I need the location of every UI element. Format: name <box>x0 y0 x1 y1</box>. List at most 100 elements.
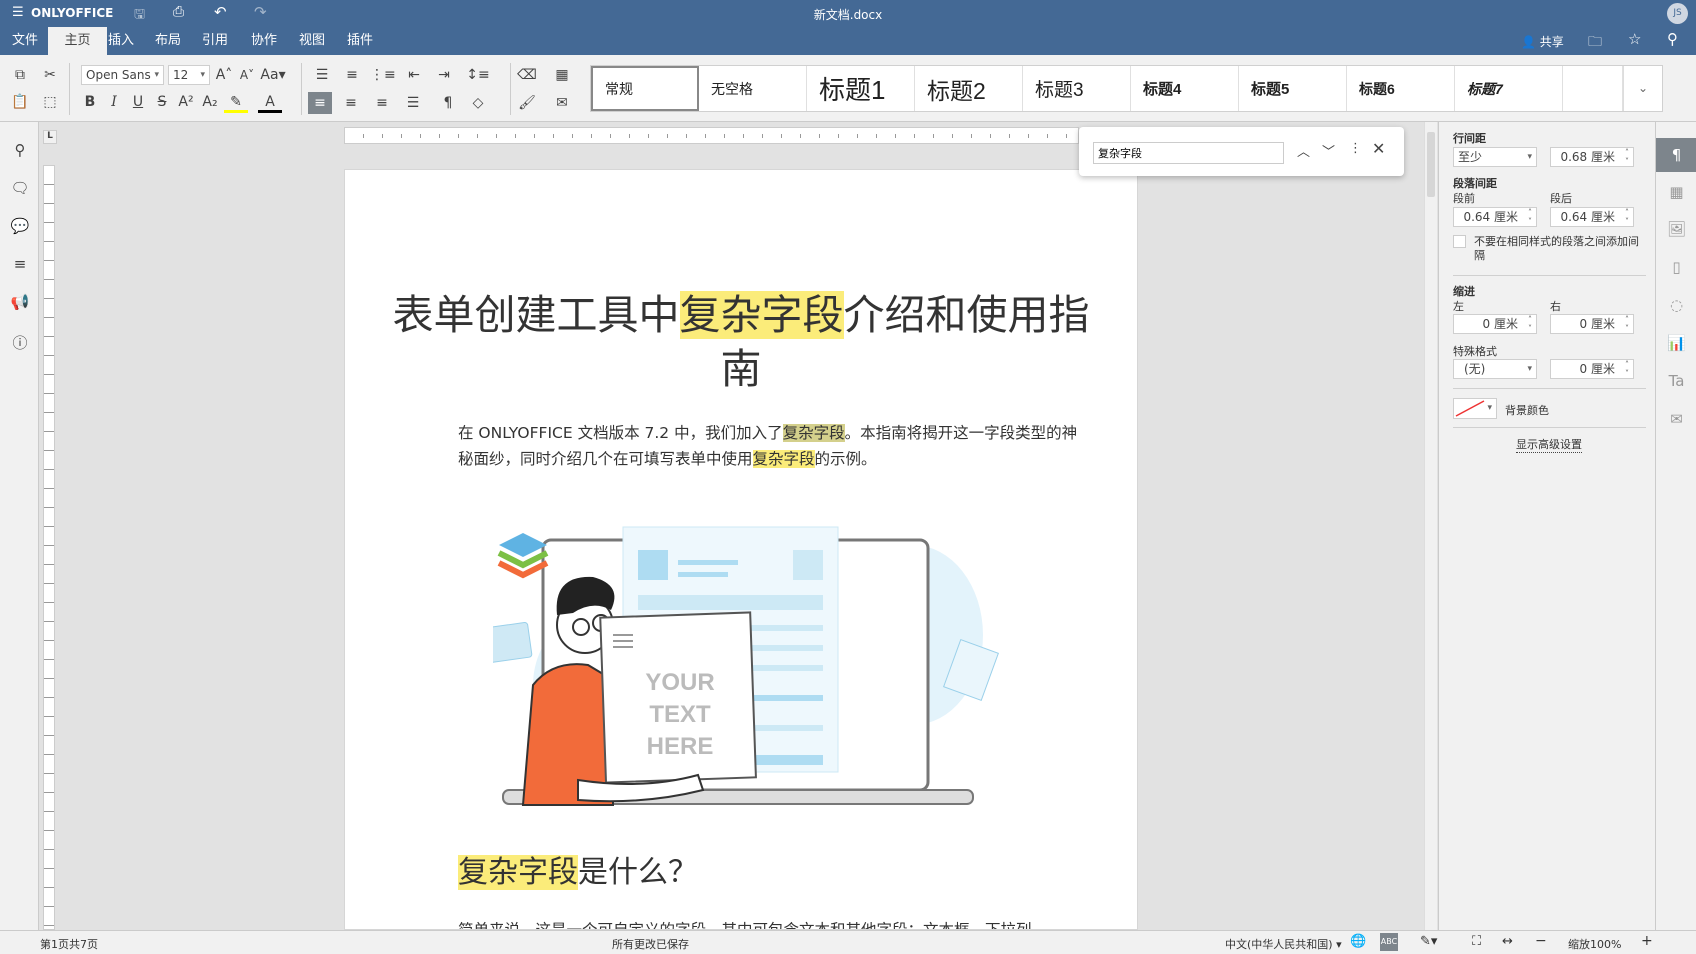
copy-icon[interactable]: ⧉ <box>8 64 32 86</box>
tab-layout[interactable]: 布局 <box>143 27 193 55</box>
fit-width-icon[interactable]: ↔ <box>1502 934 1513 949</box>
share-button[interactable]: 👤 共享 <box>1521 33 1564 50</box>
feedback-icon[interactable]: 📢 <box>9 293 31 315</box>
numbered-list-icon[interactable]: ≡ <box>340 64 364 86</box>
horizontal-ruler[interactable] <box>344 127 1079 144</box>
tab-file[interactable]: 文件 <box>0 27 50 55</box>
close-icon[interactable]: ✕ <box>1372 139 1385 158</box>
zoom-level[interactable]: 缩放100% <box>1568 936 1621 952</box>
find-previous-icon[interactable]: ︿ <box>1297 141 1310 160</box>
spellcheck-icon[interactable]: ABC <box>1380 933 1398 951</box>
fit-page-icon[interactable]: ⛶ <box>1472 934 1481 949</box>
page-count[interactable]: 第1页共7页 <box>40 936 98 952</box>
superscript-icon[interactable]: A² <box>174 91 198 113</box>
header-footer-icon[interactable]: ▯ <box>1656 250 1696 284</box>
paragraph-marks-icon[interactable]: ¶ <box>436 92 460 114</box>
font-name-select[interactable]: Open Sans ▾ <box>81 65 164 85</box>
style-heading-3[interactable]: 标题3 <box>1023 66 1131 111</box>
table-settings-icon[interactable]: ▦ <box>1656 175 1696 209</box>
zoom-in-icon[interactable]: + <box>1641 933 1653 949</box>
about-icon[interactable]: ⓘ <box>9 332 31 354</box>
mail-merge-icon[interactable]: ✉ <box>1656 402 1696 436</box>
more-options-icon[interactable]: ⋮ <box>1349 141 1362 156</box>
color-scheme-icon[interactable]: ▦ <box>550 64 574 86</box>
bullet-list-icon[interactable]: ☰ <box>310 64 334 86</box>
advanced-settings-link[interactable]: 显示高级设置 <box>1516 436 1582 453</box>
track-changes-icon[interactable]: ✎▾ <box>1420 934 1437 949</box>
decrease-indent-icon[interactable]: ⇤ <box>402 64 426 86</box>
bold-icon[interactable]: B <box>78 91 102 113</box>
italic-icon[interactable]: I <box>102 91 126 113</box>
underline-icon[interactable]: U <box>126 91 150 113</box>
vertical-scrollbar[interactable] <box>1424 122 1437 930</box>
clear-style-icon[interactable]: ⌫ <box>515 64 539 86</box>
highlight-color-icon[interactable]: ✎ <box>224 91 248 113</box>
shading-icon[interactable]: ◇ <box>466 92 490 114</box>
search-icon[interactable]: ⚲ <box>1667 30 1678 48</box>
align-left-icon[interactable]: ≡ <box>308 92 332 114</box>
chart-settings-icon[interactable]: 📊 <box>1656 326 1696 360</box>
font-color-icon[interactable]: A <box>258 91 282 113</box>
find-input[interactable] <box>1093 142 1284 164</box>
align-center-icon[interactable]: ≡ <box>339 92 363 114</box>
illustration-image[interactable]: YOUR TEXT HERE <box>493 515 1058 815</box>
select-all-icon[interactable]: ⬚ <box>38 91 62 113</box>
tab-plugins[interactable]: 插件 <box>335 27 385 55</box>
copy-style-icon[interactable]: 🖌 <box>515 92 539 114</box>
language-select[interactable]: 中文(中华人民共和国) ▾ <box>1225 936 1342 952</box>
align-right-icon[interactable]: ≡ <box>370 92 394 114</box>
search-icon[interactable]: ⚲ <box>9 141 31 163</box>
line-spacing-value-input[interactable]: 0.68 厘米 ˄ ˅ <box>1550 147 1634 167</box>
style-heading-5[interactable]: 标题5 <box>1239 66 1347 111</box>
font-size-select[interactable]: 12 ▾ <box>168 65 210 85</box>
globe-icon[interactable]: 🌐 <box>1350 934 1366 949</box>
style-heading-4[interactable]: 标题4 <box>1131 66 1239 111</box>
shape-settings-icon[interactable]: ◌ <box>1656 288 1696 322</box>
vertical-ruler[interactable] <box>43 165 55 930</box>
paragraph-settings-icon[interactable]: ¶ <box>1656 138 1696 172</box>
subscript-icon[interactable]: A₂ <box>198 91 222 113</box>
justify-icon[interactable]: ☰ <box>401 92 425 114</box>
tab-references[interactable]: 引用 <box>190 27 240 55</box>
special-format-select[interactable]: (无) ▾ <box>1453 359 1537 379</box>
mail-merge-icon[interactable]: ✉ <box>550 92 574 114</box>
style-normal[interactable]: 常规 <box>591 66 699 111</box>
increase-indent-icon[interactable]: ⇥ <box>432 64 456 86</box>
style-heading-1[interactable]: 标题1 <box>807 66 915 111</box>
style-heading-6[interactable]: 标题6 <box>1347 66 1455 111</box>
text-art-icon[interactable]: Ta <box>1656 364 1696 398</box>
tab-view[interactable]: 视图 <box>287 27 337 55</box>
multilevel-list-icon[interactable]: ⋮≡ <box>370 64 396 86</box>
indent-left-input[interactable]: 0 厘米 ˄ ˅ <box>1453 314 1537 334</box>
open-location-icon[interactable]: 🗀 <box>1588 31 1602 55</box>
special-format-value-input[interactable]: 0 厘米 ˄ ˅ <box>1550 359 1634 379</box>
style-heading-7[interactable]: 标题7 <box>1455 66 1563 111</box>
zoom-out-icon[interactable]: − <box>1535 933 1547 949</box>
spacing-after-input[interactable]: 0.64 厘米 ˄ ˅ <box>1550 207 1634 227</box>
decrease-font-icon[interactable]: A˅ <box>235 64 259 86</box>
navigation-icon[interactable]: ≡ <box>9 255 31 277</box>
increase-font-icon[interactable]: A˄ <box>212 64 236 86</box>
chat-icon[interactable]: 💬 <box>9 217 31 239</box>
avatar[interactable]: JS <box>1667 3 1688 24</box>
strikethrough-icon[interactable]: S <box>150 91 174 113</box>
style-empty[interactable] <box>1563 66 1623 111</box>
image-settings-icon[interactable]: 🖼 <box>1656 212 1696 246</box>
background-color-picker[interactable]: ▾ <box>1453 398 1497 419</box>
no-space-checkbox[interactable] <box>1453 235 1466 248</box>
tab-insert[interactable]: 插入 <box>96 27 146 55</box>
cut-icon[interactable]: ✂ <box>38 64 62 86</box>
comments-icon[interactable]: 🗨 <box>9 179 31 201</box>
spacing-before-input[interactable]: 0.64 厘米 ˄ ˅ <box>1453 207 1537 227</box>
style-no-spacing[interactable]: 无空格 <box>699 66 807 111</box>
tab-collaboration[interactable]: 协作 <box>239 27 289 55</box>
style-heading-2[interactable]: 标题2 <box>915 66 1023 111</box>
tab-stop-selector[interactable]: L <box>43 130 57 144</box>
paste-icon[interactable]: 📋 <box>8 91 32 113</box>
indent-right-input[interactable]: 0 厘米 ˄ ˅ <box>1550 314 1634 334</box>
document-page[interactable]: 表单创建工具中复杂字段介绍和使用指南 在 ONLYOFFICE 文档版本 7.2… <box>344 169 1138 930</box>
change-case-button[interactable]: Aa▾ <box>258 64 288 86</box>
line-spacing-icon[interactable]: ↕≡ <box>466 64 490 86</box>
find-next-icon[interactable]: ﹀ <box>1322 141 1335 160</box>
favorite-star-icon[interactable]: ☆ <box>1628 30 1641 48</box>
